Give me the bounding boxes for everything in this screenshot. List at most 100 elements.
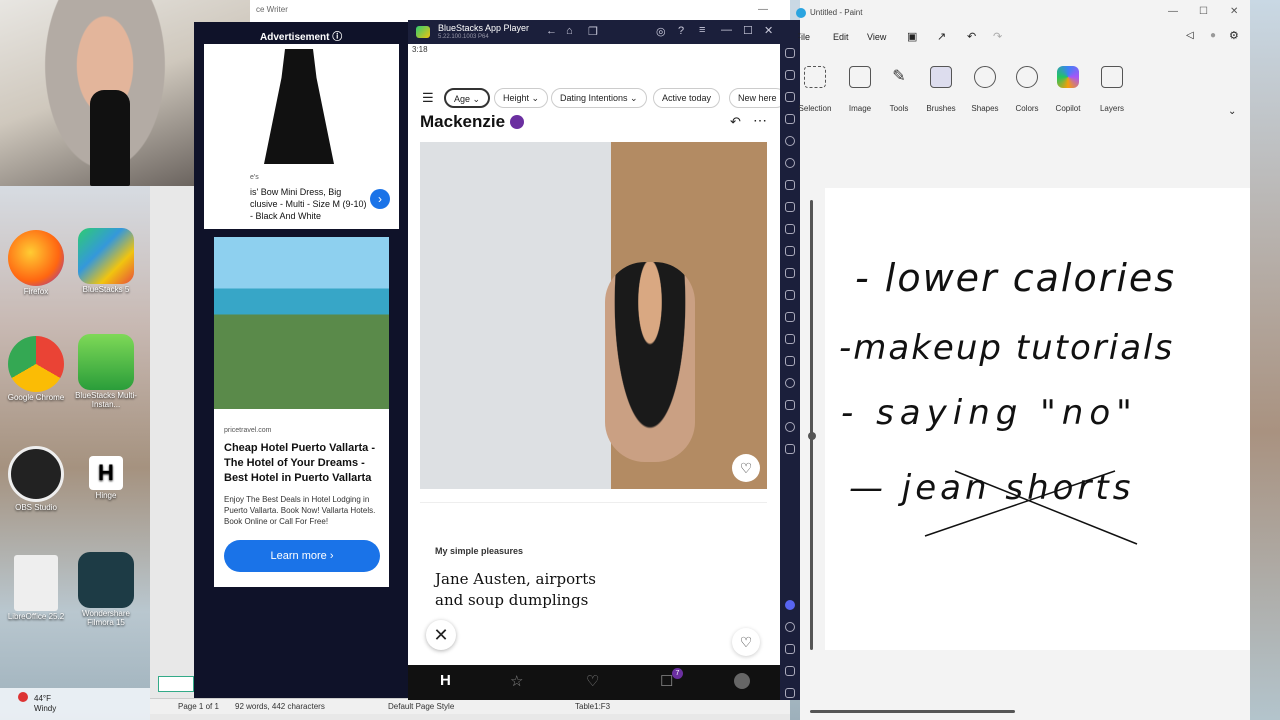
screenshot-icon[interactable]: [785, 224, 795, 234]
minimize-icon[interactable]: —: [758, 4, 768, 15]
sidebar-toggle-icon[interactable]: [785, 444, 795, 454]
filter-height[interactable]: Height ⌄: [494, 88, 549, 108]
eraser-icon[interactable]: [785, 356, 795, 366]
writer-title: ce Writer: [256, 5, 288, 14]
back-icon[interactable]: ←: [546, 25, 557, 37]
like-photo-icon[interactable]: ♡: [732, 454, 760, 482]
maximize-icon[interactable]: ☐: [743, 24, 753, 37]
record-icon[interactable]: [785, 246, 795, 256]
table-cell: Table1:F3: [575, 702, 611, 711]
product-ad-card[interactable]: e's is' Bow Mini Dress, Big clusive - Mu…: [204, 44, 399, 229]
close-icon[interactable]: ✕: [764, 24, 773, 37]
palette-icon: [1016, 66, 1038, 88]
hotel-title[interactable]: Cheap Hotel Puerto Vallarta - The Hotel …: [224, 441, 379, 486]
menu-view[interactable]: View: [867, 32, 886, 42]
desktop-icon-bluestacks[interactable]: BlueStacks 5: [72, 228, 140, 295]
filter-active-today[interactable]: Active today: [653, 88, 721, 108]
close-icon[interactable]: ✕: [1230, 6, 1238, 17]
chevron-right-icon[interactable]: ›: [370, 189, 390, 209]
tool-copilot[interactable]: Copilot: [1043, 66, 1093, 113]
filter-new-here[interactable]: New here: [729, 88, 780, 108]
desktop-icon-obs[interactable]: OBS Studio: [2, 446, 70, 513]
keyboard-icon[interactable]: [785, 114, 795, 124]
hotel-ad-card[interactable]: pricetravel.com Cheap Hotel Puerto Valla…: [214, 237, 389, 587]
chevron-down-icon[interactable]: ⌄: [1228, 106, 1236, 117]
tool-selection[interactable]: Selection: [790, 66, 840, 113]
learn-more-button[interactable]: Learn more ›: [224, 540, 380, 572]
bluestacks-multi-icon: [78, 334, 134, 390]
back-arrow-icon[interactable]: [785, 644, 795, 654]
apk-icon[interactable]: [785, 180, 795, 190]
more-options-icon[interactable]: ⋯: [753, 112, 767, 129]
home-icon[interactable]: ⌂: [566, 25, 573, 37]
rotate-icon[interactable]: [785, 136, 795, 146]
undo-icon[interactable]: ↶: [730, 114, 741, 130]
horizontal-scrollbar[interactable]: [810, 710, 1015, 713]
chrome-icon: [8, 336, 64, 392]
media-icon[interactable]: [785, 290, 795, 300]
document-icon: [14, 555, 58, 611]
save-icon[interactable]: ▣: [907, 30, 917, 43]
announcement-icon[interactable]: ◁: [1186, 30, 1194, 41]
profile-avatar-icon[interactable]: [734, 673, 750, 689]
skip-button[interactable]: ✕: [426, 620, 456, 650]
layers-icon: [1101, 66, 1123, 88]
tool-brushes[interactable]: Brushes: [916, 66, 966, 113]
recents-icon[interactable]: [785, 688, 795, 698]
help-icon[interactable]: ?: [678, 25, 684, 37]
desktop-icon-filmora[interactable]: Wondershare Filmora 15: [72, 552, 140, 628]
desktop-icon-bluestacks-multi[interactable]: BlueStacks Multi-Instan...: [72, 334, 140, 410]
zoom-slider-icon[interactable]: [808, 432, 816, 440]
menu-edit[interactable]: Edit: [833, 32, 849, 42]
redo-icon[interactable]: ↷: [993, 30, 1002, 43]
page-style[interactable]: Default Page Style: [388, 702, 454, 711]
canvas-scrollbar[interactable]: [810, 200, 813, 650]
eco-icon[interactable]: [785, 422, 795, 432]
paint-canvas[interactable]: - lower calories -makeup tutorials - say…: [825, 188, 1250, 650]
desktop-icon-firefox[interactable]: Firefox: [2, 230, 70, 297]
copy-icon[interactable]: [785, 334, 795, 344]
desktop-icon-libreoffice[interactable]: LibreOffice 25.2: [2, 555, 70, 622]
ad-panel: Advertisement ⓘ e's is' Bow Mini Dress, …: [194, 22, 408, 698]
settings-icon[interactable]: ⚙: [1229, 29, 1239, 42]
settings-icon[interactable]: [785, 622, 795, 632]
word-count[interactable]: 92 words, 442 characters: [235, 702, 325, 711]
filter-dating-intentions[interactable]: Dating Intentions ⌄: [551, 88, 647, 108]
discord-icon[interactable]: [785, 600, 795, 610]
desktop-icon-hinge[interactable]: H Hinge: [72, 456, 140, 501]
firefox-icon: [8, 230, 64, 286]
fullscreen-icon[interactable]: [785, 48, 795, 58]
minimize-icon[interactable]: —: [721, 24, 732, 36]
desktop-icon-chrome[interactable]: Google Chrome: [2, 336, 70, 403]
account-icon[interactable]: ●: [1210, 30, 1216, 41]
info-icon[interactable]: ⓘ: [332, 32, 342, 43]
menu-file[interactable]: File: [798, 32, 810, 42]
likes-you-icon[interactable]: ♡: [586, 672, 599, 690]
menu-icon[interactable]: ≡: [699, 24, 705, 36]
undo-icon[interactable]: ↶: [967, 30, 976, 43]
home-icon[interactable]: [785, 666, 795, 676]
camera-icon[interactable]: [785, 158, 795, 168]
writer-table-icons[interactable]: [158, 676, 194, 692]
image-icon: [849, 66, 871, 88]
product-title: is' Bow Mini Dress, Big clusive - Multi …: [250, 187, 367, 221]
airplane-icon[interactable]: [785, 312, 795, 322]
like-prompt-icon[interactable]: ♡: [732, 628, 760, 656]
minimize-icon[interactable]: —: [1168, 6, 1178, 17]
share-icon[interactable]: ↗: [937, 30, 946, 43]
maximize-icon[interactable]: ☐: [1199, 6, 1208, 17]
multi-instance-icon[interactable]: ❐: [588, 25, 598, 38]
handwriting-line-1: - lower calories: [855, 256, 1177, 300]
filter-age[interactable]: Age ⌄: [444, 88, 491, 108]
tool-layers[interactable]: Layers: [1087, 66, 1137, 113]
account-icon[interactable]: ◎: [656, 25, 666, 38]
location-icon[interactable]: [785, 378, 795, 388]
weather-temp[interactable]: 44°F: [34, 694, 51, 703]
hinge-home-icon[interactable]: H: [440, 672, 451, 689]
macro-icon[interactable]: [785, 268, 795, 278]
writer-titlebar: ce Writer —: [250, 0, 790, 22]
standouts-icon[interactable]: ☆: [510, 672, 523, 690]
folder-icon[interactable]: [785, 202, 795, 212]
layers-icon[interactable]: [785, 400, 795, 410]
filter-icon[interactable]: ☰: [422, 90, 434, 106]
